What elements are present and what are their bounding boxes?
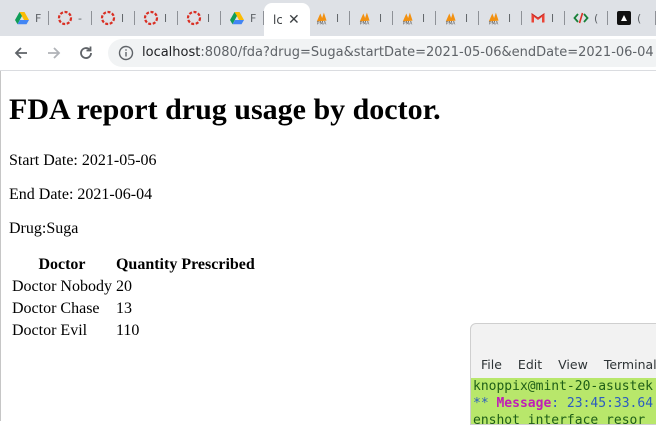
browser-tab[interactable]: PMA l [393, 5, 436, 31]
tab-strip: F - l l l Flc ✕ PMA l PMA l PMA l PMA l PMA l l ( ( [0, 0, 656, 36]
phpmyadmin-icon: PMA [401, 10, 417, 26]
quantity-cell: 20 [115, 278, 132, 295]
browser-tab[interactable]: PMA l [350, 5, 393, 31]
browser-tab[interactable]: PMA l [436, 5, 479, 31]
header-doctor: Doctor [38, 256, 86, 273]
gmail-icon [530, 10, 546, 26]
terminal-message-line: ** Message: 23:45:33.64 [473, 395, 656, 412]
forward-arrow-icon [48, 47, 61, 59]
terminal-window[interactable]: File Edit View Terminal knoppix@mint-20-… [470, 323, 656, 425]
svg-text:PMA: PMA [317, 21, 327, 26]
message-time: : 23:45:33.64 [551, 396, 654, 411]
doctor-name-cell: Doctor Chase [12, 300, 100, 317]
google-drive-icon [14, 10, 30, 26]
tab-title: l [379, 11, 383, 25]
browser-tab[interactable]: l [92, 5, 135, 31]
message-label: Message [496, 396, 552, 411]
phpmyadmin-icon: PMA [358, 10, 374, 26]
forward-button[interactable] [42, 41, 66, 65]
menu-terminal[interactable]: Terminal [604, 357, 656, 372]
table-row: Doctor Chase 13 [11, 299, 256, 319]
google-drive-icon [229, 10, 245, 26]
doctor-name-cell: Doctor Nobody [12, 278, 112, 295]
tab-title: l [336, 11, 340, 25]
browser-tab[interactable]: PMA l [479, 5, 522, 31]
back-arrow-icon [14, 47, 27, 59]
message-stars: ** [473, 396, 489, 411]
red-circle-icon [57, 10, 73, 26]
svg-text:PMA: PMA [446, 21, 456, 26]
table-row: Doctor Nobody 20 [11, 277, 256, 297]
tab-title: ( [637, 11, 642, 25]
phpmyadmin-icon: PMA [444, 10, 460, 26]
menu-file[interactable]: File [481, 357, 502, 372]
url-host: localhost [142, 45, 201, 60]
tab-title: l [551, 11, 555, 25]
url-text[interactable]: localhost:8080/fda?drug=Suga&startDate=2… [142, 45, 654, 60]
browser-tab[interactable]: l [522, 5, 565, 31]
reload-icon [80, 46, 92, 59]
table-row: Doctor Evil 110 [11, 321, 256, 341]
tab-title: l [422, 11, 426, 25]
tab-title: F [250, 11, 256, 25]
terminal-menubar: File Edit View Terminal [471, 350, 656, 378]
reload-button[interactable] [74, 41, 98, 65]
tab-title: F [35, 11, 41, 25]
browser-tab[interactable]: lc ✕ [264, 3, 310, 36]
doctor-name-cell: Doctor Evil [12, 322, 88, 339]
browser-tab[interactable]: l [178, 5, 221, 31]
quantity-cell: 110 [115, 322, 140, 339]
tab-title: - [78, 11, 82, 25]
doctor-usage-table: Doctor Quantity Prescribed Doctor Nobody… [9, 253, 258, 343]
browser-toolbar: localhost:8080/fda?drug=Suga&startDate=2… [0, 36, 656, 71]
table-header-row: Doctor Quantity Prescribed [11, 255, 256, 275]
menu-edit[interactable]: Edit [518, 357, 542, 372]
start-date-text: Start Date: 2021-05-06 [9, 152, 157, 169]
browser-tab[interactable]: ( [608, 5, 656, 31]
terminal-output-line: enshot_interface resor [473, 413, 646, 425]
end-date-text: End Date: 2021-06-04 [9, 186, 153, 203]
tab-title: lc [273, 12, 282, 27]
svg-text:PMA: PMA [489, 21, 499, 26]
code-icon [573, 10, 589, 26]
red-circle-icon [100, 10, 116, 26]
phpmyadmin-icon: PMA [315, 10, 331, 26]
menu-view[interactable]: View [558, 357, 588, 372]
header-quantity: Quantity Prescribed [115, 256, 255, 273]
black-square-icon [616, 10, 632, 26]
address-bar[interactable]: localhost:8080/fda?drug=Suga&startDate=2… [108, 39, 656, 67]
browser-tab[interactable]: l [135, 5, 178, 31]
terminal-prompt: knoppix@mint-20-asustek [473, 379, 654, 394]
svg-text:PMA: PMA [403, 21, 413, 26]
red-circle-icon [186, 10, 202, 26]
back-button[interactable] [9, 41, 33, 65]
drug-text: Drug:Suga [9, 220, 79, 237]
url-path: :8080/fda?drug=Suga&startDate=2021-05-06… [200, 45, 654, 60]
red-circle-icon [143, 10, 159, 26]
browser-tab[interactable]: ( [565, 5, 608, 31]
browser-tab[interactable]: F [221, 5, 264, 31]
tab-title: l [508, 11, 512, 25]
svg-text:PMA: PMA [360, 21, 370, 26]
tab-title: l [164, 11, 168, 25]
site-info-icon[interactable] [118, 45, 134, 61]
browser-tab[interactable]: F [6, 5, 49, 31]
close-icon[interactable]: ✕ [288, 12, 300, 28]
page-title: FDA report drug usage by doctor. [9, 93, 441, 126]
tab-title: l [207, 11, 211, 25]
tab-title: l [465, 11, 469, 25]
browser-tab[interactable]: PMA l [307, 5, 350, 31]
phpmyadmin-icon: PMA [487, 10, 503, 26]
quantity-cell: 13 [115, 300, 132, 317]
tab-title: ( [594, 11, 599, 25]
terminal-screen[interactable]: knoppix@mint-20-asustek ** Message: 23:4… [471, 378, 656, 425]
tab-title: l [121, 11, 125, 25]
browser-tab[interactable]: - [49, 5, 92, 31]
